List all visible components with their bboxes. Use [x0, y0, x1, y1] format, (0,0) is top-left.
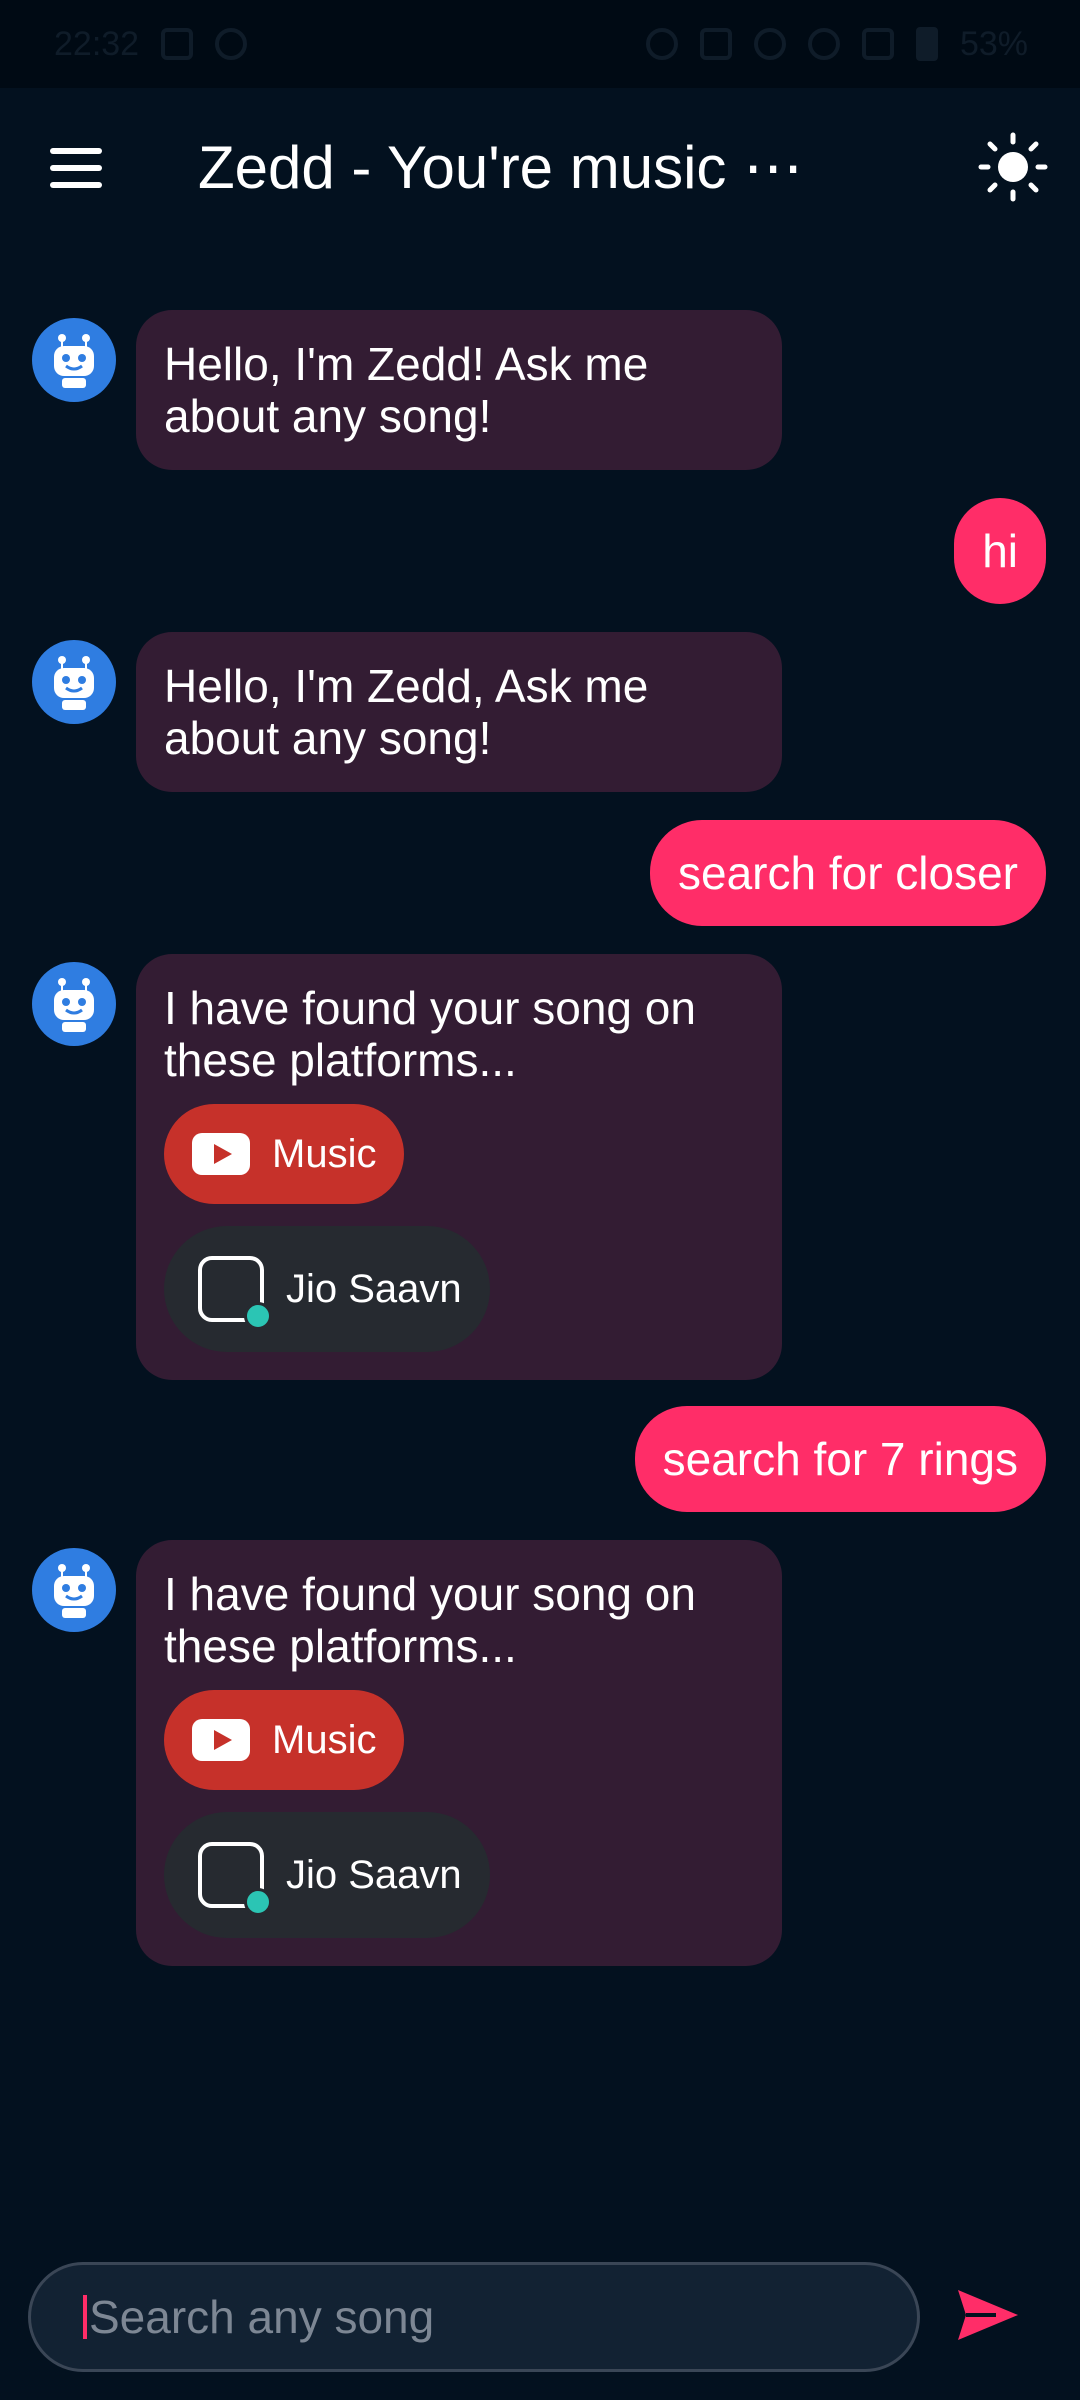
search-bar	[28, 2262, 920, 2372]
vibrate-icon	[699, 28, 732, 60]
jio-saavn-icon	[198, 1842, 272, 1916]
platform-list: Music Jio Saavn	[164, 1690, 754, 1938]
youtube-icon	[192, 1719, 250, 1761]
bot-bubble: Hello, I'm Zedd! Ask me about any song!	[136, 310, 782, 470]
music-note-icon	[244, 1888, 272, 1916]
jio-saavn-label: Jio Saavn	[286, 1853, 462, 1897]
bot-bubble-text: I have found your song on these platform…	[164, 1568, 696, 1672]
signal-icon	[861, 28, 894, 60]
youtube-icon	[192, 1133, 250, 1175]
menu-icon-line	[50, 182, 102, 188]
youtube-music-button[interactable]: Music	[164, 1690, 405, 1790]
text-caret	[83, 2295, 87, 2339]
bot-message: I have found your song on these platform…	[32, 954, 782, 1380]
bot-message: I have found your song on these platform…	[32, 1540, 782, 1966]
status-right: 53%	[645, 24, 1028, 64]
bot-avatar-icon	[32, 962, 116, 1046]
status-bar: 22:32 53%	[0, 0, 1080, 88]
youtube-music-button[interactable]: Music	[164, 1104, 405, 1204]
jio-saavn-icon	[198, 1256, 272, 1330]
jio-saavn-button[interactable]: Jio Saavn	[164, 1226, 490, 1352]
alarm-icon	[645, 28, 678, 60]
bot-message: Hello, I'm Zedd! Ask me about any song!	[32, 310, 782, 470]
jio-saavn-button[interactable]: Jio Saavn	[164, 1812, 490, 1938]
status-time: 22:32	[54, 24, 140, 63]
search-input[interactable]	[89, 2290, 869, 2344]
wifi-icon	[807, 28, 840, 60]
bot-avatar-icon	[32, 640, 116, 724]
jio-saavn-label: Jio Saavn	[286, 1267, 462, 1311]
bot-bubble: Hello, I'm Zedd, Ask me about any song!	[136, 632, 782, 792]
bot-bubble: I have found your song on these platform…	[136, 1540, 782, 1966]
bot-message: Hello, I'm Zedd, Ask me about any song!	[32, 632, 782, 792]
screenshot-icon	[161, 28, 194, 60]
status-left: 22:32	[54, 24, 248, 64]
platform-list: Music Jio Saavn	[164, 1104, 754, 1352]
bot-avatar-icon	[32, 1548, 116, 1632]
menu-icon-line	[50, 148, 102, 154]
music-note-icon	[244, 1302, 272, 1330]
youtube-music-label: Music	[272, 1132, 377, 1176]
phone-icon	[215, 28, 248, 60]
user-bubble: search for closer	[649, 820, 1046, 926]
menu-button[interactable]	[44, 142, 108, 194]
battery-percent: 53%	[959, 24, 1028, 63]
bot-bubble: I have found your song on these platform…	[136, 954, 782, 1380]
user-bubble: search for 7 rings	[634, 1406, 1046, 1512]
youtube-music-label: Music	[272, 1718, 377, 1762]
call-icon	[753, 28, 786, 60]
send-icon[interactable]	[956, 2286, 1020, 2344]
app-bar: Zedd - You're music ⋯	[0, 88, 1080, 248]
battery-icon	[915, 27, 938, 61]
menu-icon-line	[50, 165, 102, 171]
sun-icon[interactable]	[978, 132, 1048, 202]
bot-avatar-icon	[32, 318, 116, 402]
bot-bubble-text: I have found your song on these platform…	[164, 982, 696, 1086]
user-bubble: hi	[954, 498, 1046, 604]
page-title: Zedd - You're music ⋯	[198, 134, 804, 201]
